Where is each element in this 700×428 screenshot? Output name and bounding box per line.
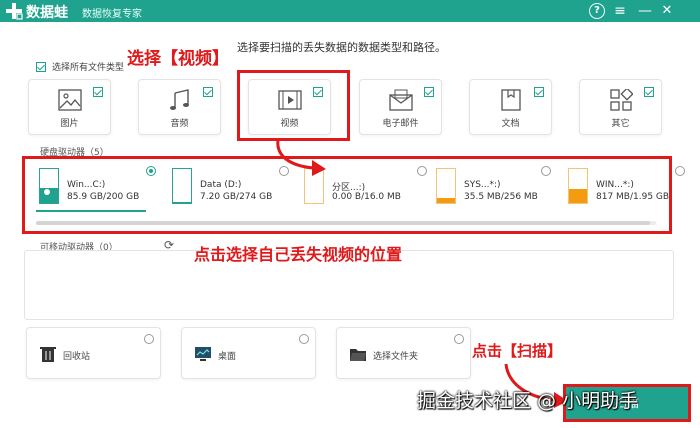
- menu-button[interactable]: ≡: [612, 3, 628, 19]
- selected-drive-underline: [36, 210, 146, 212]
- file-type-audio[interactable]: 音频: [138, 79, 221, 135]
- checkbox-icon[interactable]: [203, 87, 213, 97]
- drive-icon: [39, 168, 59, 204]
- location-radio[interactable]: [299, 334, 309, 344]
- annotation-choose-video: 选择【视频】: [127, 49, 229, 69]
- location-radio[interactable]: [144, 334, 154, 344]
- location-label: 回收站: [63, 352, 91, 362]
- checkbox-icon[interactable]: [534, 87, 544, 97]
- title-bar: 数据蛙 数据恢复专家 ? ≡ — ✕: [0, 0, 700, 22]
- file-type-document[interactable]: 文档: [469, 79, 552, 135]
- close-button[interactable]: ✕: [659, 3, 675, 19]
- checkbox-icon[interactable]: [36, 61, 46, 72]
- drive-size: 817 MB/1.95 GB: [596, 192, 670, 202]
- drive-size: 0.00 B/16.0 MB: [332, 192, 401, 202]
- scrollbar-thumb[interactable]: [36, 221, 650, 225]
- app-subtitle: 数据恢复专家: [82, 9, 142, 20]
- select-all-checkbox[interactable]: 选择所有文件类型: [36, 60, 124, 73]
- file-type-label: 文档: [501, 119, 520, 129]
- file-type-label: 其它: [611, 119, 630, 129]
- location-choose-folder[interactable]: 选择文件夹: [336, 327, 471, 379]
- checkbox-icon[interactable]: [424, 87, 434, 97]
- location-label: 选择文件夹: [373, 352, 419, 362]
- image-icon: [57, 89, 82, 111]
- file-type-label: 图片: [60, 119, 79, 129]
- folder-icon: [350, 349, 366, 361]
- drive-radio[interactable]: [541, 166, 551, 176]
- app-logo-icon: [6, 3, 23, 20]
- select-all-label: 选择所有文件类型: [52, 63, 125, 73]
- location-desktop[interactable]: 桌面: [181, 327, 316, 379]
- file-type-label: 电子邮件: [382, 119, 419, 129]
- drive-item[interactable]: Data (D:) 7.20 GB/274 GB: [167, 164, 289, 210]
- drive-radio[interactable]: [675, 166, 685, 176]
- drive-icon: [568, 168, 588, 204]
- location-radio[interactable]: [454, 334, 464, 344]
- file-type-label: 音频: [170, 119, 189, 129]
- recycle-bin-icon: [40, 347, 56, 362]
- drive-item[interactable]: SYS...*:) 35.5 MB/256 MB: [431, 164, 551, 210]
- file-type-image[interactable]: 图片: [28, 79, 111, 135]
- drive-name: Data (D:): [200, 180, 242, 190]
- location-recycle-bin[interactable]: 回收站: [26, 327, 161, 379]
- document-icon: [500, 89, 521, 111]
- app-name: 数据蛙: [26, 5, 68, 21]
- drive-item[interactable]: Win...C:) 85.9 GB/200 GB: [34, 164, 156, 210]
- drive-icon: [172, 168, 192, 204]
- drive-name: Win...C:): [67, 180, 106, 190]
- drive-scrollbar[interactable]: [36, 221, 656, 225]
- checkbox-icon[interactable]: [93, 87, 103, 97]
- drive-item[interactable]: WIN...*:) 817 MB/1.95 GB: [563, 164, 685, 210]
- drive-name: SYS...*:): [464, 180, 501, 190]
- drive-size: 35.5 MB/256 MB: [464, 192, 538, 202]
- drive-name: WIN...*:): [596, 180, 634, 190]
- watermark: 掘金技术社区 @ 小明助手: [417, 390, 639, 412]
- checkbox-icon[interactable]: [644, 87, 654, 97]
- music-icon: [169, 89, 189, 110]
- drive-radio[interactable]: [417, 166, 427, 176]
- file-type-email[interactable]: 电子邮件: [359, 79, 442, 135]
- help-button[interactable]: ?: [589, 3, 605, 19]
- drive-icon: [436, 168, 456, 204]
- file-type-other[interactable]: 其它: [579, 79, 662, 135]
- annotation-click-scan: 点击【扫描】: [472, 342, 563, 360]
- annotation-choose-location: 点击选择自己丢失视频的位置: [194, 245, 403, 264]
- video-highlight-box: [237, 70, 350, 141]
- scan-prompt: 选择要扫描的丢失数据的数据类型和路径。: [237, 41, 446, 54]
- email-icon: [388, 89, 413, 111]
- drive-radio[interactable]: [146, 166, 156, 176]
- drive-size: 7.20 GB/274 GB: [200, 192, 273, 202]
- annotation-arrow-icon: [276, 139, 326, 176]
- other-icon: [609, 89, 633, 111]
- location-label: 桌面: [218, 352, 237, 362]
- desktop-icon: [195, 347, 211, 361]
- drive-size: 85.9 GB/200 GB: [67, 192, 140, 202]
- minimize-button[interactable]: —: [637, 3, 653, 19]
